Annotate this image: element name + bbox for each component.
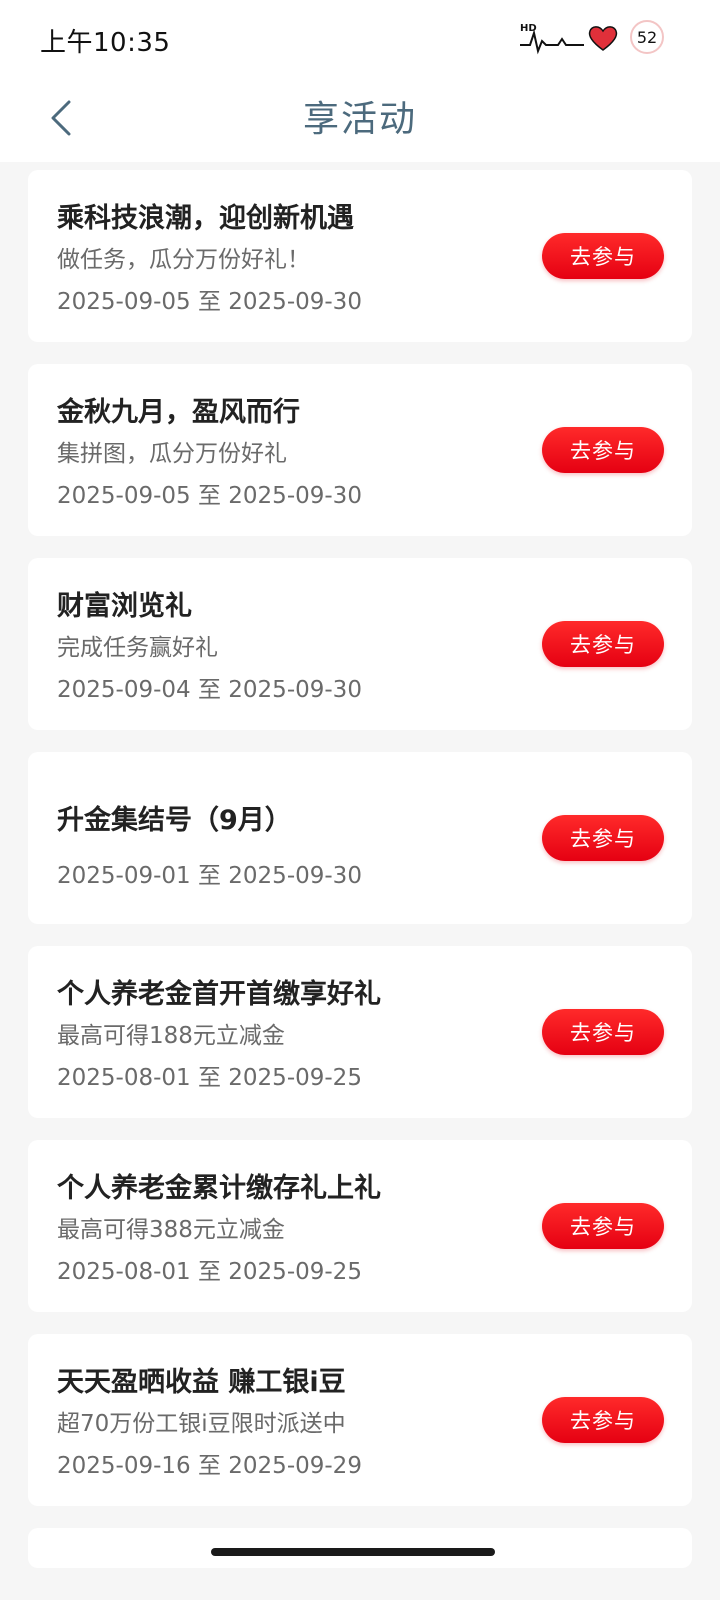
status-bar: 上午10:35 HD 52 (0, 0, 720, 76)
activity-date: 2025-08-01 至 2025-09-25 (57, 1065, 362, 1091)
activity-card[interactable]: 升金集结号（9月） 2025-09-01 至 2025-09-30 去参与 (28, 752, 692, 924)
join-button[interactable]: 去参与 (542, 1009, 664, 1055)
heart-icon (586, 21, 620, 55)
activity-subtitle: 做任务，瓜分万份好礼！ (57, 247, 310, 273)
activity-date: 2025-09-05 至 2025-09-30 (57, 483, 362, 509)
status-time: 上午10:35 (40, 28, 171, 58)
battery-icon: 52 (630, 20, 664, 54)
activity-date: 2025-08-01 至 2025-09-25 (57, 1259, 362, 1285)
join-button[interactable]: 去参与 (542, 233, 664, 279)
activity-subtitle: 最高可得388元立减金 (57, 1217, 285, 1243)
page-title: 享活动 (302, 99, 417, 140)
join-button[interactable]: 去参与 (542, 621, 664, 667)
activity-subtitle: 最高可得188元立减金 (57, 1023, 285, 1049)
activity-title: 天天盈晒收益 赚工银i豆 (57, 1367, 346, 1398)
activity-card[interactable]: 乘科技浪潮，迎创新机遇 做任务，瓜分万份好礼！ 2025-09-05 至 202… (28, 170, 692, 342)
activity-card[interactable]: 个人养老金累计缴存礼上礼 最高可得388元立减金 2025-08-01 至 20… (28, 1140, 692, 1312)
activity-date: 2025-09-04 至 2025-09-30 (57, 677, 362, 703)
hd-heartbeat-icon: HD (520, 21, 584, 55)
activity-subtitle: 超70万份工银i豆限时派送中 (57, 1411, 346, 1437)
activity-card[interactable]: 财富浏览礼 完成任务赢好礼 2025-09-04 至 2025-09-30 去参… (28, 558, 692, 730)
activity-date: 2025-09-01 至 2025-09-30 (57, 863, 362, 889)
activity-subtitle: 集拼图，瓜分万份好礼 (57, 441, 287, 467)
status-icons: HD (520, 18, 620, 58)
activity-title: 个人养老金累计缴存礼上礼 (57, 1173, 381, 1204)
join-button[interactable]: 去参与 (542, 815, 664, 861)
activity-title: 个人养老金首开首缴享好礼 (57, 979, 381, 1010)
activity-title: 金秋九月，盈风而行 (57, 397, 300, 428)
activity-card[interactable]: 金秋九月，盈风而行 集拼图，瓜分万份好礼 2025-09-05 至 2025-0… (28, 364, 692, 536)
home-indicator[interactable] (211, 1548, 495, 1556)
activity-title: 财富浏览礼 (57, 591, 192, 622)
join-button[interactable]: 去参与 (542, 1397, 664, 1443)
activity-card[interactable]: 天天盈晒收益 赚工银i豆 超70万份工银i豆限时派送中 2025-09-16 至… (28, 1334, 692, 1506)
activity-subtitle: 完成任务赢好礼 (57, 635, 218, 661)
battery-level: 52 (636, 27, 658, 47)
activity-list: 乘科技浪潮，迎创新机遇 做任务，瓜分万份好礼！ 2025-09-05 至 202… (28, 170, 692, 1568)
join-button[interactable]: 去参与 (542, 1203, 664, 1249)
nav-bar: 享活动 (0, 76, 720, 162)
join-button[interactable]: 去参与 (542, 427, 664, 473)
activity-card[interactable]: 个人养老金首开首缴享好礼 最高可得188元立减金 2025-08-01 至 20… (28, 946, 692, 1118)
activity-title: 升金集结号（9月） (57, 805, 292, 836)
activity-date: 2025-09-16 至 2025-09-29 (57, 1453, 362, 1479)
activity-title: 乘科技浪潮，迎创新机遇 (57, 203, 354, 234)
activity-date: 2025-09-05 至 2025-09-30 (57, 289, 362, 315)
